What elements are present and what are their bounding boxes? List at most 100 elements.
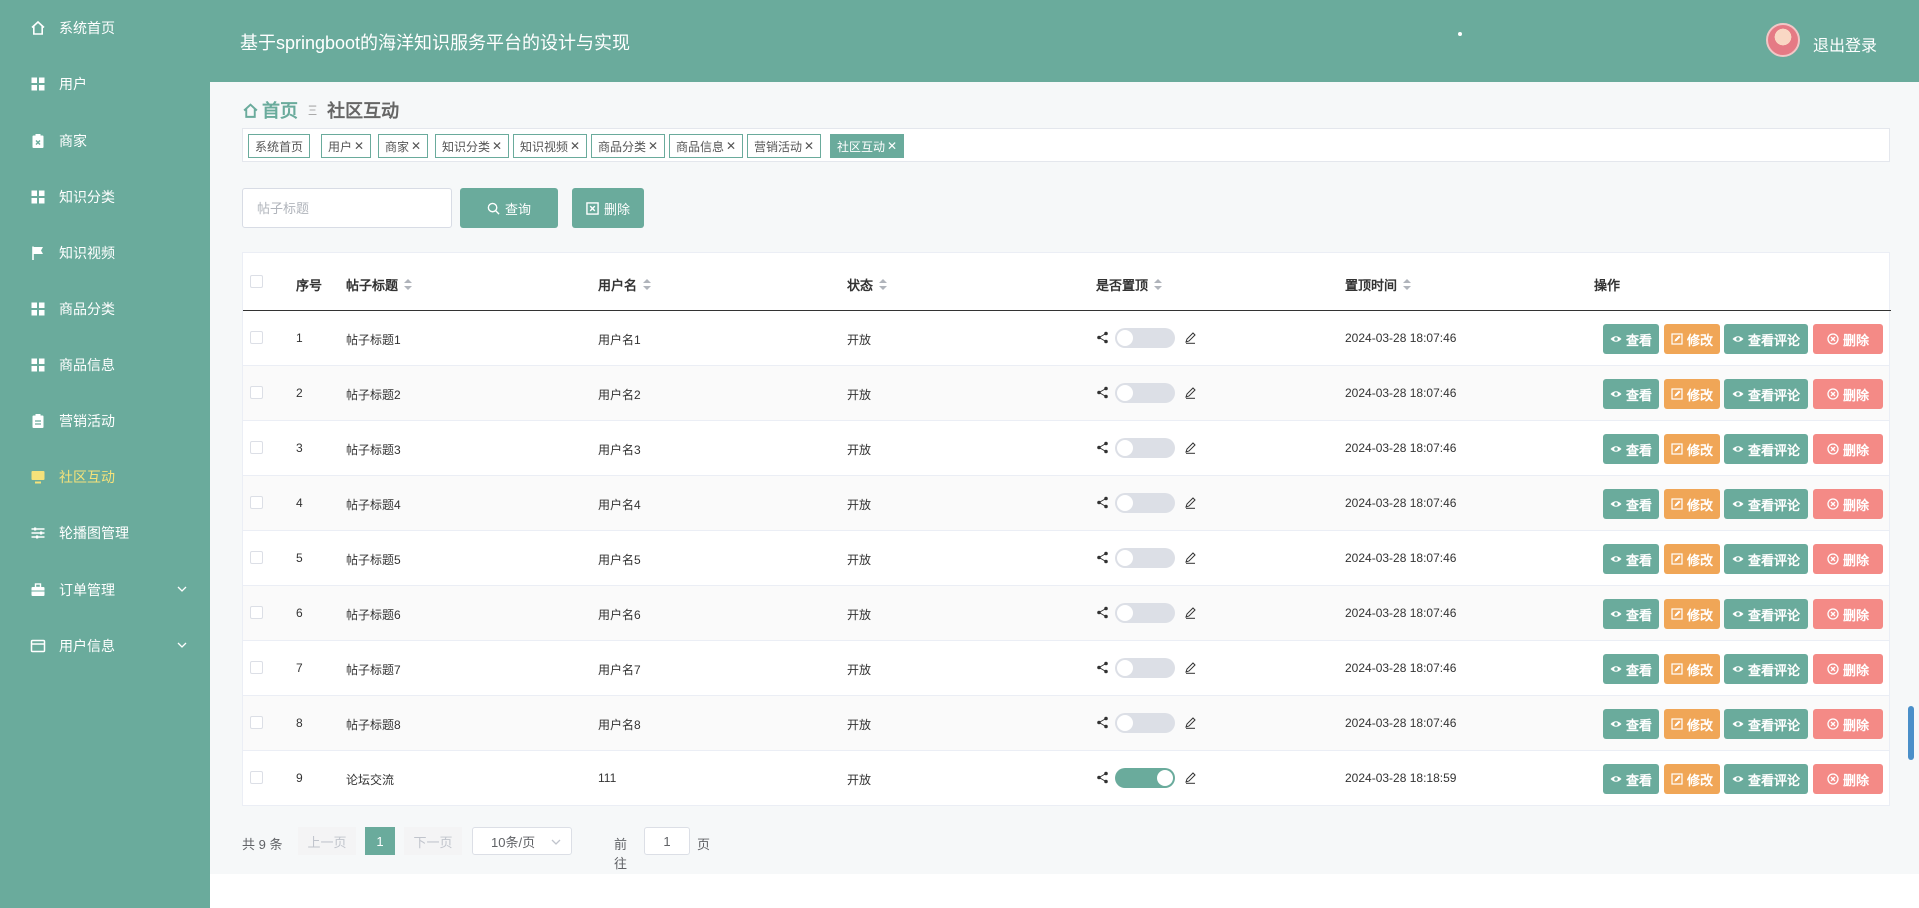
row-checkbox[interactable] xyxy=(250,441,263,454)
sidebar-item[interactable]: 订单管理 xyxy=(0,570,210,610)
row-checkbox[interactable] xyxy=(250,331,263,344)
sort-icon[interactable] xyxy=(643,279,652,290)
pencil-icon[interactable] xyxy=(1184,551,1197,564)
col-username[interactable]: 用户名 xyxy=(598,275,652,294)
delete-button[interactable]: 删除 xyxy=(1813,654,1883,684)
delete-button[interactable]: 删除 xyxy=(1813,379,1883,409)
col-pinned[interactable]: 是否置顶 xyxy=(1096,275,1163,294)
edit-button[interactable]: 修改 xyxy=(1664,379,1720,409)
pinned-toggle[interactable] xyxy=(1115,493,1175,513)
tab-tag[interactable]: 系统首页 xyxy=(248,134,311,158)
pinned-toggle[interactable] xyxy=(1115,768,1175,788)
page-size-select[interactable]: 10条/页 xyxy=(472,827,572,855)
pencil-icon[interactable] xyxy=(1184,441,1197,454)
prev-page-button[interactable]: 上一页 xyxy=(298,827,356,855)
sidebar-item[interactable]: 商品信息 xyxy=(0,345,210,385)
close-icon[interactable]: ✕ xyxy=(887,139,897,153)
pinned-toggle[interactable] xyxy=(1115,383,1175,403)
view-comments-button[interactable]: 查看评论 xyxy=(1724,434,1808,464)
pencil-icon[interactable] xyxy=(1184,661,1197,674)
pinned-toggle[interactable] xyxy=(1115,658,1175,678)
query-button[interactable]: 查询 xyxy=(460,188,558,228)
tab-tag[interactable]: 商品分类 ✕ xyxy=(591,134,666,158)
sort-icon[interactable] xyxy=(1403,279,1412,290)
row-checkbox[interactable] xyxy=(250,661,263,674)
view-comments-button[interactable]: 查看评论 xyxy=(1724,379,1808,409)
close-icon[interactable]: ✕ xyxy=(354,139,364,153)
scrollbar-handle[interactable] xyxy=(1908,706,1914,760)
tab-tag[interactable]: 用户 ✕ xyxy=(321,134,372,158)
col-pin-time[interactable]: 置顶时间 xyxy=(1345,275,1412,294)
delete-button[interactable]: 删除 xyxy=(1813,764,1883,794)
edit-button[interactable]: 修改 xyxy=(1664,764,1720,794)
view-button[interactable]: 查看 xyxy=(1603,434,1659,464)
view-comments-button[interactable]: 查看评论 xyxy=(1724,764,1808,794)
sidebar-item[interactable]: 商品分类 xyxy=(0,289,210,329)
sidebar-item[interactable]: 轮播图管理 xyxy=(0,513,210,553)
tab-tag[interactable]: 知识视频 ✕ xyxy=(513,134,588,158)
sidebar-item[interactable]: 知识视频 xyxy=(0,233,210,273)
view-comments-button[interactable]: 查看评论 xyxy=(1724,544,1808,574)
delete-button[interactable]: 删除 xyxy=(1813,324,1883,354)
view-button[interactable]: 查看 xyxy=(1603,599,1659,629)
sidebar-item[interactable]: 社区互动 xyxy=(0,457,210,497)
row-checkbox[interactable] xyxy=(250,771,263,784)
pinned-toggle[interactable] xyxy=(1115,603,1175,623)
sidebar-item[interactable]: 知识分类 xyxy=(0,177,210,217)
delete-button[interactable]: 删除 xyxy=(1813,709,1883,739)
chevron-down-icon[interactable] xyxy=(176,583,188,595)
edit-button[interactable]: 修改 xyxy=(1664,434,1720,464)
tab-tag[interactable]: 社区互动 ✕ xyxy=(830,134,905,158)
chevron-down-icon[interactable] xyxy=(176,639,188,651)
delete-button[interactable]: 删除 xyxy=(1813,599,1883,629)
row-checkbox[interactable] xyxy=(250,551,263,564)
row-checkbox[interactable] xyxy=(250,386,263,399)
view-comments-button[interactable]: 查看评论 xyxy=(1724,324,1808,354)
close-icon[interactable]: ✕ xyxy=(492,139,502,153)
col-title[interactable]: 帖子标题 xyxy=(346,275,413,294)
sort-icon[interactable] xyxy=(404,279,413,290)
delete-button[interactable]: 删除 xyxy=(1813,489,1883,519)
pencil-icon[interactable] xyxy=(1184,771,1197,784)
pencil-icon[interactable] xyxy=(1184,606,1197,619)
view-comments-button[interactable]: 查看评论 xyxy=(1724,489,1808,519)
edit-button[interactable]: 修改 xyxy=(1664,324,1720,354)
breadcrumb-home[interactable]: 首页 xyxy=(242,97,298,123)
avatar[interactable] xyxy=(1766,23,1800,57)
select-all-checkbox[interactable] xyxy=(250,275,263,288)
edit-button[interactable]: 修改 xyxy=(1664,489,1720,519)
view-comments-button[interactable]: 查看评论 xyxy=(1724,599,1808,629)
tab-tag[interactable]: 商家 ✕ xyxy=(378,134,429,158)
pinned-toggle[interactable] xyxy=(1115,548,1175,568)
view-button[interactable]: 查看 xyxy=(1603,489,1659,519)
sidebar-item[interactable]: 系统首页 xyxy=(0,8,210,48)
sort-icon[interactable] xyxy=(879,279,888,290)
tab-tag[interactable]: 知识分类 ✕ xyxy=(435,134,510,158)
view-comments-button[interactable]: 查看评论 xyxy=(1724,654,1808,684)
pencil-icon[interactable] xyxy=(1184,386,1197,399)
tab-tag[interactable]: 商品信息 ✕ xyxy=(669,134,744,158)
view-button[interactable]: 查看 xyxy=(1603,709,1659,739)
page-number-current[interactable]: 1 xyxy=(365,827,395,855)
close-icon[interactable]: ✕ xyxy=(648,139,658,153)
close-icon[interactable]: ✕ xyxy=(570,139,580,153)
close-icon[interactable]: ✕ xyxy=(804,139,814,153)
sort-icon[interactable] xyxy=(1154,279,1163,290)
close-icon[interactable]: ✕ xyxy=(411,139,421,153)
pencil-icon[interactable] xyxy=(1184,496,1197,509)
batch-delete-button[interactable]: 删除 xyxy=(572,188,644,228)
sidebar-item[interactable]: 用户信息 xyxy=(0,626,210,666)
view-button[interactable]: 查看 xyxy=(1603,324,1659,354)
search-input[interactable] xyxy=(242,188,452,228)
sidebar-item[interactable]: 营销活动 xyxy=(0,401,210,441)
tab-tag[interactable]: 营销活动 ✕ xyxy=(747,134,822,158)
sidebar-item[interactable]: 用户 xyxy=(0,64,210,104)
edit-button[interactable]: 修改 xyxy=(1664,654,1720,684)
next-page-button[interactable]: 下一页 xyxy=(404,827,462,855)
row-checkbox[interactable] xyxy=(250,606,263,619)
view-comments-button[interactable]: 查看评论 xyxy=(1724,709,1808,739)
logout-button[interactable]: 退出登录 xyxy=(1813,32,1877,56)
pinned-toggle[interactable] xyxy=(1115,438,1175,458)
col-status[interactable]: 状态 xyxy=(847,275,888,294)
pinned-toggle[interactable] xyxy=(1115,328,1175,348)
